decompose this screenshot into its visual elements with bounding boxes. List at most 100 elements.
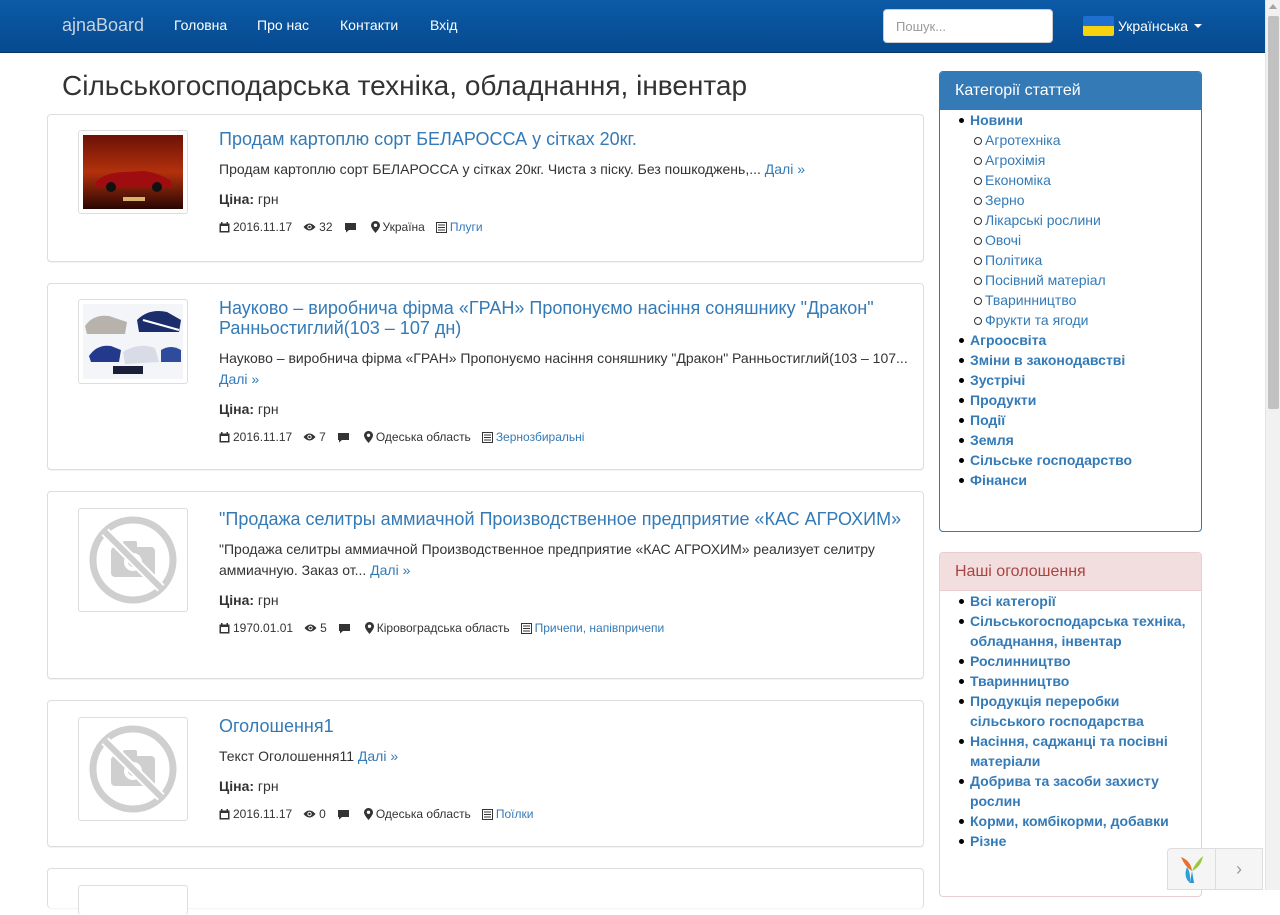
listing-title-link[interactable]: Оголошення1 — [219, 716, 909, 736]
category-link[interactable]: Фрукти та ягоди — [985, 312, 1088, 328]
scrollbar-thumb[interactable] — [1268, 16, 1279, 409]
nav-link-login[interactable]: Вхід — [430, 17, 457, 33]
listing-thumbnail[interactable] — [78, 508, 188, 612]
search-input[interactable] — [883, 9, 1053, 43]
category-link[interactable]: Економіка — [985, 172, 1051, 188]
listing-title-link[interactable]: Продам картоплю сорт БЕЛАРОССА у сітках … — [219, 129, 909, 149]
ad-category-item: Тваринництво — [940, 671, 1201, 691]
ad-category-item: Різне — [940, 831, 1201, 851]
category-link[interactable]: Події — [970, 412, 1005, 428]
category-link[interactable]: Агрохімія — [985, 152, 1045, 168]
subcategory-item: Лікарські рослини — [940, 210, 1201, 230]
article-categories-panel: Категорії статтей Новини Агротехніка Агрох… — [939, 71, 1202, 532]
subcategory-item: Агротехніка — [940, 130, 1201, 150]
caret-down-icon — [1194, 24, 1203, 28]
category-link[interactable]: Зерно — [985, 192, 1025, 208]
subcategory-item: Фрукти та ягоди — [940, 310, 1201, 330]
debug-toolbar[interactable]: › — [1167, 848, 1263, 890]
ad-category-item: Сільськогосподарська техніка, обладнання… — [940, 611, 1201, 651]
listing-card: Оголошення1 Текст Оголошення11 Далі » Ці… — [47, 700, 924, 847]
category-link[interactable]: Плуги — [450, 218, 483, 236]
category-link[interactable]: Політика — [985, 252, 1042, 268]
listing-price: Ціна: грн — [219, 776, 909, 796]
price-value: грн — [257, 191, 279, 207]
calendar-icon — [219, 431, 230, 442]
category-link[interactable]: Зустрічі — [970, 372, 1025, 388]
brand-link[interactable]: ajnaBoard — [62, 15, 144, 36]
ukraine-flag-icon — [1083, 16, 1114, 36]
subcategory-item: Тваринництво — [940, 290, 1201, 310]
ad-category-list: Всі категорії Сільськогосподарська технік… — [940, 591, 1201, 851]
category-link[interactable]: Зміни в законодавстві — [970, 352, 1125, 368]
category-link[interactable]: Зернозбиральні — [496, 428, 585, 446]
article-category-list: Новини Агротехніка Агрохімія Економіка Зерно… — [940, 110, 1201, 490]
listing-thumbnail[interactable] — [78, 717, 188, 821]
eye-icon — [304, 624, 317, 632]
category-link[interactable]: Продукти — [970, 392, 1036, 408]
listing-card: Науково – виробнича фірма «ГРАН» Пропону… — [47, 283, 924, 470]
ad-category-link[interactable]: Рослинництво — [970, 653, 1071, 669]
category-link[interactable]: Причепи, напівпричепи — [535, 619, 665, 637]
read-more-link[interactable]: Далі » — [765, 161, 805, 177]
listing-description: Науково – виробнича фірма «ГРАН» Пропону… — [219, 348, 909, 390]
location-text: Україна — [382, 220, 425, 234]
category-link[interactable]: Земля — [970, 432, 1014, 448]
calendar-icon — [219, 622, 230, 633]
language-dropdown[interactable]: Українська — [1083, 15, 1203, 37]
ad-category-link[interactable]: Насіння, саджанці та посівні матеріали — [970, 733, 1168, 769]
price-label: Ціна: — [219, 401, 255, 417]
ad-category-link[interactable]: Продукція переробки сільського господарс… — [970, 693, 1144, 729]
ad-category-link[interactable]: Різне — [970, 833, 1006, 849]
listing-title-link[interactable]: Науково – виробнича фірма «ГРАН» Пропону… — [219, 298, 909, 338]
listing-card: Продам картоплю сорт БЕЛАРОССА у сітках … — [47, 114, 924, 262]
category-link[interactable]: Агротехніка — [985, 132, 1061, 148]
ad-category-link[interactable]: Корми, комбікорми, добавки — [970, 813, 1169, 829]
listing-title-link[interactable]: "Продажа селитры аммиачной Производствен… — [219, 509, 909, 529]
listing-excerpt: Текст Оголошення11 — [219, 748, 355, 764]
ad-category-item: Насіння, саджанці та посівні матеріали — [940, 731, 1201, 771]
category-link[interactable]: Поїлки — [496, 805, 534, 823]
ad-category-item: Добрива та засоби захисту рослин — [940, 771, 1201, 811]
listing-views: 7 — [303, 428, 326, 446]
listing-thumbnail[interactable] — [78, 130, 188, 214]
listing-comments — [338, 623, 354, 634]
nav-link-contacts[interactable]: Контакти — [340, 17, 398, 33]
eye-icon — [303, 433, 316, 441]
navbar: ajnaBoard Головна Про нас Контакти Вхід … — [0, 0, 1265, 53]
category-link[interactable]: Сільське господарство — [970, 452, 1132, 468]
category-link[interactable]: Овочі — [985, 232, 1021, 248]
listing-description: Продам картоплю сорт БЕЛАРОССА у сітках … — [219, 159, 909, 180]
ad-category-link[interactable]: Тваринництво — [970, 673, 1069, 689]
category-link[interactable]: Лікарські рослини — [985, 212, 1101, 228]
nav-link-about[interactable]: Про нас — [257, 17, 309, 33]
nav-link-home[interactable]: Головна — [174, 17, 227, 33]
debug-toggle-button[interactable]: › — [1216, 859, 1262, 880]
listing-category: Зернозбиральні — [481, 428, 585, 446]
map-marker-icon — [363, 808, 373, 820]
category-link[interactable]: Фінанси — [970, 472, 1027, 488]
listing-excerpt: Продам картоплю сорт БЕЛАРОССА у сітках … — [219, 161, 761, 177]
listing-card — [47, 868, 924, 915]
category-link[interactable]: Посівний матеріал — [985, 272, 1106, 288]
category-link[interactable]: Тваринництво — [985, 292, 1076, 308]
page-title: Сільськогосподарська техніка, обладнання… — [62, 70, 748, 101]
ad-category-item: Продукція переробки сільського господарс… — [940, 691, 1201, 731]
listing-thumbnail[interactable] — [78, 299, 188, 384]
views-count: 0 — [319, 807, 326, 821]
listing-location: Україна — [370, 218, 425, 236]
ad-category-link[interactable]: Сільськогосподарська техніка, обладнання… — [970, 613, 1185, 649]
category-link[interactable]: Новини — [970, 112, 1023, 128]
ad-category-link[interactable]: Всі категорії — [970, 593, 1056, 609]
vertical-scrollbar[interactable] — [1265, 0, 1280, 890]
read-more-link[interactable]: Далі » — [358, 748, 398, 764]
listing-price: Ціна: грн — [219, 590, 909, 610]
read-more-link[interactable]: Далі » — [370, 562, 410, 578]
views-count: 7 — [319, 430, 326, 444]
listing-comments — [344, 222, 360, 233]
ad-category-link[interactable]: Добрива та засоби захисту рослин — [970, 773, 1159, 809]
listing-description: "Продажа селитры аммиачной Производствен… — [219, 539, 909, 581]
scroll-up-arrow-icon[interactable] — [1269, 4, 1277, 9]
no-photo-icon — [89, 516, 177, 604]
category-link[interactable]: Агроосвіта — [970, 332, 1046, 348]
read-more-link[interactable]: Далі » — [219, 371, 259, 387]
